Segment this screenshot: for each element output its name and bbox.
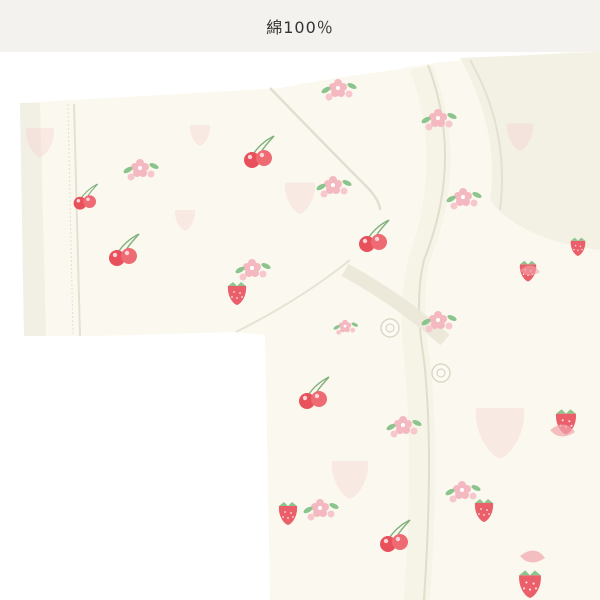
product-photo xyxy=(0,52,600,600)
material-label-bar: 綿100％ xyxy=(0,0,600,52)
material-label: 綿100％ xyxy=(266,18,334,37)
snap-button-2 xyxy=(431,363,451,383)
snap-button-1 xyxy=(380,318,400,338)
garment-illustration xyxy=(0,52,600,600)
